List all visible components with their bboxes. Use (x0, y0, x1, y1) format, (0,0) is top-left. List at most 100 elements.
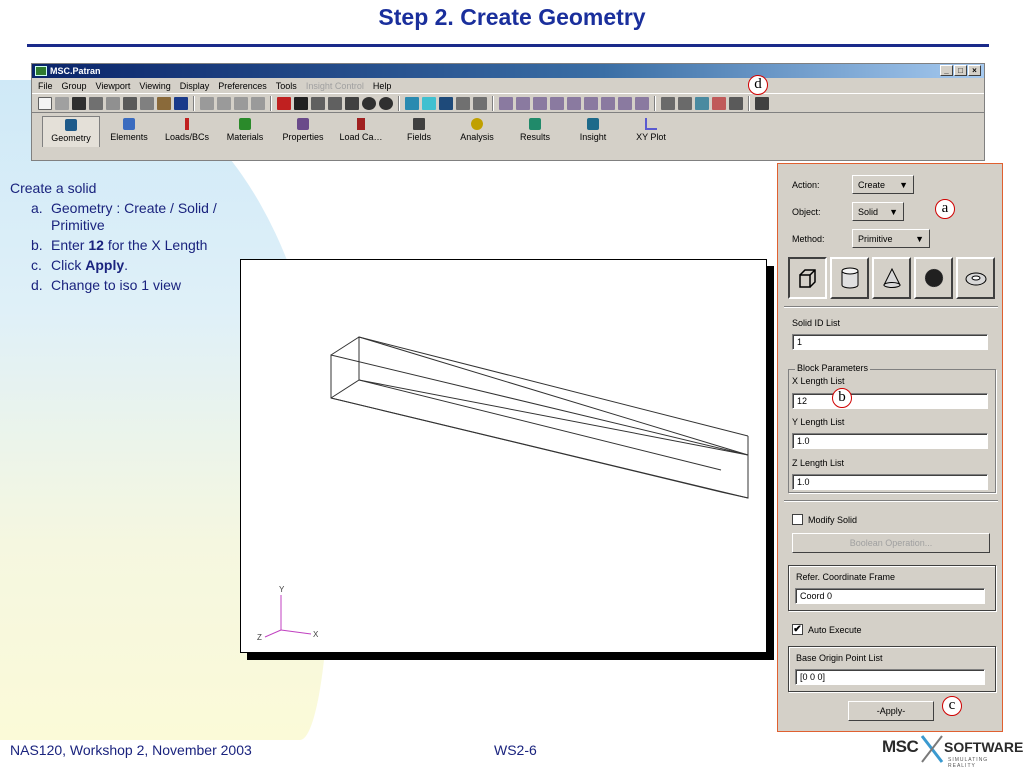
ref-frame-input[interactable]: Coord 0 (795, 588, 985, 604)
print-icon[interactable] (89, 96, 103, 110)
menu-preferences[interactable]: Preferences (218, 81, 267, 91)
menu-tools[interactable]: Tools (276, 81, 297, 91)
block-back-face (358, 336, 749, 456)
rotate-y-icon[interactable] (217, 96, 231, 110)
solid-id-input[interactable]: 1 (792, 334, 988, 350)
tab-label: Load Ca… (339, 132, 383, 142)
pan-hand-icon[interactable] (140, 96, 154, 110)
fit-view-icon[interactable] (277, 96, 291, 110)
hidden-line-icon[interactable] (678, 96, 692, 110)
sphere-primitive-button[interactable] (914, 257, 953, 299)
window-controls: _ □ × (940, 65, 981, 76)
base-origin-label: Base Origin Point List (796, 653, 883, 663)
tab-results[interactable]: Results (506, 116, 564, 147)
show-solids-icon[interactable] (567, 96, 581, 110)
menu-group[interactable]: Group (62, 81, 87, 91)
tab-loads-bcs[interactable]: Loads/BCs (158, 116, 216, 147)
show-curves-icon[interactable] (584, 96, 598, 110)
camera-icon[interactable] (345, 96, 359, 110)
open-file-icon[interactable] (55, 96, 69, 110)
action-dropdown[interactable]: Create ▼ (852, 175, 914, 194)
menu-help[interactable]: Help (373, 81, 392, 91)
crosshair-icon[interactable] (311, 96, 325, 110)
menu-viewport[interactable]: Viewport (96, 81, 131, 91)
spin-icon[interactable] (328, 96, 342, 110)
rotate-free-icon[interactable] (251, 96, 265, 110)
show-nodes-icon[interactable] (516, 96, 530, 110)
rotate-x-icon[interactable] (200, 96, 214, 110)
maximize-button[interactable]: □ (954, 65, 967, 76)
separator (784, 306, 998, 308)
window-title: MSC.Patran (50, 66, 101, 76)
show-loads-icon[interactable] (618, 96, 632, 110)
zoom-out-icon[interactable] (362, 96, 376, 110)
callout-b: b (832, 388, 852, 408)
tab-elements[interactable]: Elements (100, 116, 158, 147)
rotate-z-icon[interactable] (234, 96, 248, 110)
top-view-icon[interactable] (422, 96, 436, 110)
block-parameters-label: Block Parameters (795, 363, 871, 373)
tab-load-cases[interactable]: Load Ca… (332, 116, 390, 147)
save-icon[interactable] (72, 96, 86, 110)
menu-display[interactable]: Display (180, 81, 210, 91)
tab-properties[interactable]: Properties (274, 116, 332, 147)
copy-icon[interactable] (106, 96, 120, 110)
slide-title: Step 2. Create Geometry (378, 4, 646, 30)
tab-xy-plot[interactable]: XY Plot (622, 116, 680, 147)
msc-software-logo: MSC SOFTWARE SIMULATING REALITY (882, 734, 1023, 768)
front-view-icon[interactable] (405, 96, 419, 110)
menu-viewing[interactable]: Viewing (139, 81, 170, 91)
smooth-shaded-icon[interactable] (712, 96, 726, 110)
torus-primitive-button[interactable] (956, 257, 995, 299)
x-length-input[interactable]: 12 (792, 393, 988, 409)
object-dropdown[interactable]: Solid ▼ (852, 202, 904, 221)
base-origin-input[interactable]: [0 0 0] (795, 669, 985, 685)
undo-icon[interactable] (123, 96, 137, 110)
minimize-button[interactable]: _ (940, 65, 953, 76)
auto-execute-checkbox[interactable]: ✔ Auto Execute (792, 624, 862, 635)
show-elements-icon[interactable] (533, 96, 547, 110)
cone-primitive-button[interactable] (872, 257, 911, 299)
tab-insight[interactable]: Insight (564, 116, 622, 147)
show-geometry-icon[interactable] (499, 96, 513, 110)
new-file-icon[interactable] (38, 96, 52, 110)
instruction-step: b. Enter 12 for the X Length (31, 237, 235, 254)
close-button[interactable]: × (968, 65, 981, 76)
show-surfaces-icon[interactable] (550, 96, 564, 110)
shaded-icon[interactable] (695, 96, 709, 110)
method-dropdown[interactable]: Primitive ▼ (852, 229, 930, 248)
tab-geometry[interactable]: Geometry (42, 116, 100, 147)
plot-erase-icon[interactable] (729, 96, 743, 110)
tab-fields[interactable]: Fields (390, 116, 448, 147)
y-length-input[interactable]: 1.0 (792, 433, 988, 449)
z-length-input[interactable]: 1.0 (792, 474, 988, 490)
label-on-icon[interactable] (456, 96, 470, 110)
step-text-post: . (124, 257, 129, 273)
label-off-icon[interactable] (473, 96, 487, 110)
fields-icon (413, 118, 425, 130)
cylinder-primitive-button[interactable] (830, 257, 869, 299)
wireframe-icon[interactable] (661, 96, 675, 110)
apply-button[interactable]: -Apply- (848, 701, 934, 721)
show-mpcs-icon[interactable] (635, 96, 649, 110)
block-primitive-button[interactable] (788, 257, 827, 299)
tab-analysis[interactable]: Analysis (448, 116, 506, 147)
zoom-in-icon[interactable] (379, 96, 393, 110)
z-length-label: Z Length List (792, 458, 845, 468)
modify-solid-label: Modify Solid (808, 514, 858, 525)
modify-solid-checkbox[interactable]: Modify Solid (792, 514, 857, 525)
block-edge (358, 379, 722, 471)
menu-file[interactable]: File (38, 81, 53, 91)
graphics-viewport[interactable]: Y X Z (240, 259, 767, 653)
iso-view-icon[interactable] (439, 96, 453, 110)
reset-graphics-icon[interactable] (174, 96, 188, 110)
tab-label: Loads/BCs (164, 132, 210, 142)
home-icon[interactable] (755, 96, 769, 110)
step-text-pre: Click (51, 257, 86, 273)
tab-materials[interactable]: Materials (216, 116, 274, 147)
show-points-icon[interactable] (601, 96, 615, 110)
block-edge (358, 336, 749, 437)
center-icon[interactable] (294, 96, 308, 110)
broom-icon[interactable] (157, 96, 171, 110)
checkbox-box (792, 514, 803, 525)
